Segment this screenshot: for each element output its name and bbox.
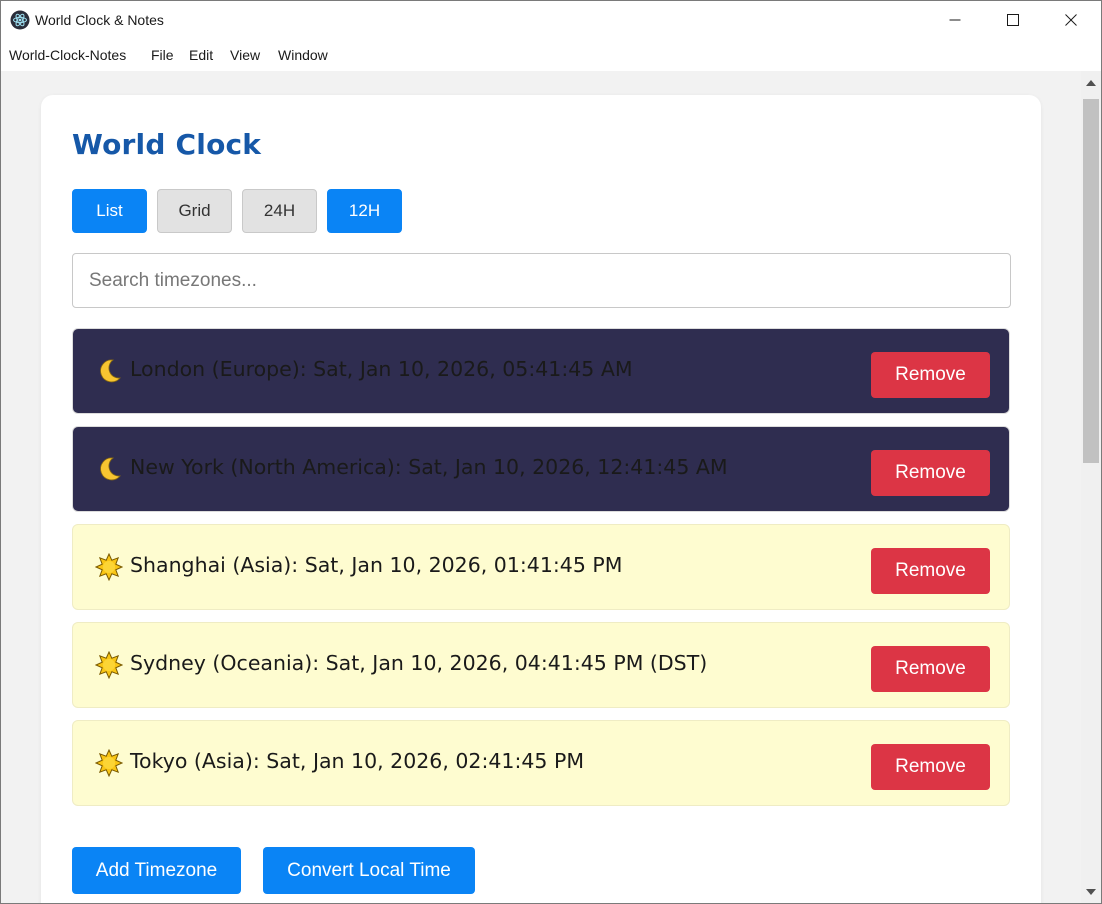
content-area: World Clock List Grid 24H 12H London (Eu… xyxy=(1,71,1081,903)
timezone-row: Sydney (Oceania): Sat, Jan 10, 2026, 04:… xyxy=(72,622,1010,708)
menu-file[interactable]: File xyxy=(151,47,174,63)
maximize-icon xyxy=(1007,14,1019,26)
title-bar[interactable]: World Clock & Notes xyxy=(1,1,1101,39)
convert-local-time-button[interactable]: Convert Local Time xyxy=(263,847,475,894)
page-title: World Clock xyxy=(72,128,262,161)
close-icon xyxy=(1065,14,1077,26)
menu-bar: World-Clock-Notes File Edit View Window xyxy=(1,39,1101,71)
minimize-icon xyxy=(949,19,961,21)
close-button[interactable] xyxy=(1042,1,1100,39)
remove-button[interactable]: Remove xyxy=(871,744,990,790)
12h-format-button[interactable]: 12H xyxy=(327,189,402,233)
remove-button[interactable]: Remove xyxy=(871,646,990,692)
menu-view[interactable]: View xyxy=(230,47,260,63)
sun-icon xyxy=(95,553,123,581)
sun-icon xyxy=(95,749,123,777)
app-window: World Clock & Notes World-Clock-Notes Fi… xyxy=(0,0,1102,904)
list-view-button[interactable]: List xyxy=(72,189,147,233)
scrollbar-thumb[interactable] xyxy=(1083,99,1099,463)
timezone-label: Tokyo (Asia): Sat, Jan 10, 2026, 02:41:4… xyxy=(130,749,585,773)
timezone-label: New York (North America): Sat, Jan 10, 2… xyxy=(130,455,728,479)
moon-icon xyxy=(100,359,121,383)
grid-view-button[interactable]: Grid xyxy=(157,189,232,233)
timezone-row: Tokyo (Asia): Sat, Jan 10, 2026, 02:41:4… xyxy=(72,720,1010,806)
scroll-down-arrow-icon[interactable] xyxy=(1086,889,1096,895)
timezone-label: Sydney (Oceania): Sat, Jan 10, 2026, 04:… xyxy=(130,651,708,675)
minimize-button[interactable] xyxy=(926,1,984,39)
world-clock-card: World Clock List Grid 24H 12H London (Eu… xyxy=(41,95,1041,903)
scroll-up-arrow-icon[interactable] xyxy=(1086,80,1096,86)
24h-format-button[interactable]: 24H xyxy=(242,189,317,233)
timezone-row: New York (North America): Sat, Jan 10, 2… xyxy=(72,426,1010,512)
remove-button[interactable]: Remove xyxy=(871,352,990,398)
menu-window[interactable]: Window xyxy=(278,47,328,63)
maximize-button[interactable] xyxy=(984,1,1042,39)
moon-icon xyxy=(100,457,121,481)
menu-edit[interactable]: Edit xyxy=(189,47,213,63)
timezone-row: London (Europe): Sat, Jan 10, 2026, 05:4… xyxy=(72,328,1010,414)
search-input[interactable] xyxy=(72,253,1011,308)
menu-app[interactable]: World-Clock-Notes xyxy=(9,47,126,63)
app-logo-icon xyxy=(10,10,30,30)
remove-button[interactable]: Remove xyxy=(871,548,990,594)
vertical-scrollbar[interactable] xyxy=(1081,71,1101,903)
timezone-row: Shanghai (Asia): Sat, Jan 10, 2026, 01:4… xyxy=(72,524,1010,610)
add-timezone-button[interactable]: Add Timezone xyxy=(72,847,241,894)
remove-button[interactable]: Remove xyxy=(871,450,990,496)
timezone-label: London (Europe): Sat, Jan 10, 2026, 05:4… xyxy=(130,357,633,381)
sun-icon xyxy=(95,651,123,679)
timezone-label: Shanghai (Asia): Sat, Jan 10, 2026, 01:4… xyxy=(130,553,623,577)
window-title: World Clock & Notes xyxy=(35,12,164,28)
